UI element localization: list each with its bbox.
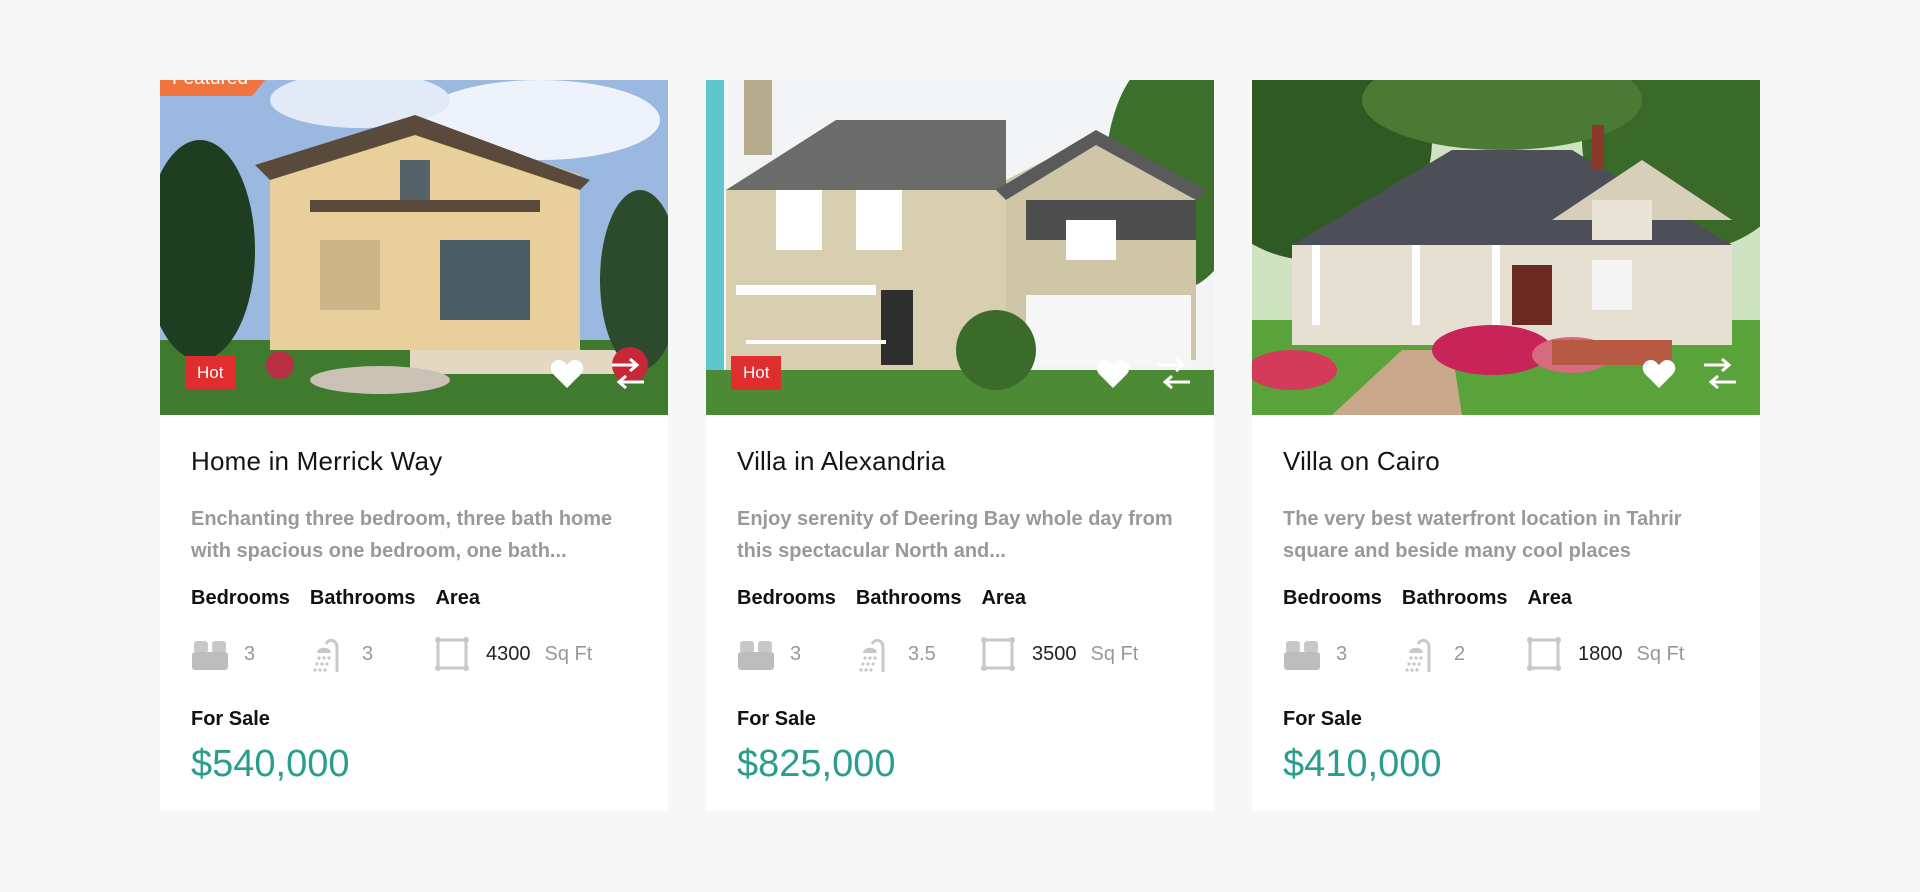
area-size: 4300 [486, 642, 531, 665]
property-description: Enjoy serenity of Deering Bay whole day … [737, 508, 1173, 562]
area-unit: Sq Ft [544, 642, 593, 665]
area-label: Area [1527, 587, 1572, 609]
bedrooms-count: 3 [1336, 642, 1348, 665]
property-price: $540,000 [191, 743, 350, 785]
area-icon [435, 637, 469, 671]
feature-values: 3 3.5 3500 Sq Ft [737, 634, 1183, 674]
listings-grid: Featured Hot Home in Merrick Way Enchant… [160, 80, 1760, 811]
bedrooms-value: 3 [737, 635, 855, 673]
feature-labels: Bedrooms Bathrooms Area [737, 587, 1183, 610]
property-description: The very best waterfront location in Tah… [1283, 508, 1682, 562]
card-body: Villa in Alexandria Enjoy serenity of De… [706, 446, 1214, 786]
shower-icon [859, 638, 885, 672]
bedrooms-label: Bedrooms [737, 587, 836, 609]
property-price: $825,000 [737, 743, 896, 785]
area-unit: Sq Ft [1636, 642, 1685, 665]
property-photo[interactable]: Hot [706, 80, 1214, 415]
listing-status: For Sale [1283, 708, 1362, 730]
area-value: 1800 Sq Ft [1525, 635, 1684, 673]
feature-values: 3 3 4300 Sq Ft [191, 634, 637, 674]
bedrooms-value: 3 [1283, 635, 1401, 673]
listing-status: For Sale [191, 708, 270, 730]
bathrooms-count: 3 [362, 642, 374, 665]
house-photo [160, 80, 668, 415]
shower-icon [1405, 638, 1431, 672]
bedrooms-value: 3 [191, 635, 309, 673]
bed-icon [738, 641, 774, 670]
property-title[interactable]: Villa in Alexandria [737, 446, 1183, 477]
feature-values: 3 2 1800 Sq Ft [1283, 634, 1729, 674]
property-title[interactable]: Home in Merrick Way [191, 446, 637, 477]
bathrooms-value: 3.5 [855, 635, 979, 673]
bed-icon [1284, 641, 1320, 670]
card-body: Villa on Cairo The very best waterfront … [1252, 446, 1760, 786]
property-card[interactable]: Featured Hot Home in Merrick Way Enchant… [160, 80, 668, 811]
featured-badge: Featured [160, 80, 266, 96]
house-photo [706, 80, 1214, 415]
bathrooms-count: 3.5 [908, 642, 936, 665]
property-card[interactable]: Villa on Cairo The very best waterfront … [1252, 80, 1760, 811]
bathrooms-value: 3 [309, 635, 433, 673]
bathrooms-label: Bathrooms [1401, 587, 1508, 609]
bathrooms-label: Bathrooms [309, 587, 416, 609]
bedrooms-label: Bedrooms [1283, 587, 1382, 609]
listing-status: For Sale [737, 708, 816, 730]
property-card[interactable]: Hot Villa in Alexandria Enjoy serenity o… [706, 80, 1214, 811]
compare-arrows-icon[interactable] [1156, 357, 1192, 391]
area-size: 3500 [1032, 642, 1077, 665]
feature-labels: Bedrooms Bathrooms Area [191, 587, 637, 610]
bedrooms-count: 3 [244, 642, 256, 665]
compare-arrows-icon[interactable] [610, 357, 646, 391]
area-value: 3500 Sq Ft [979, 635, 1138, 673]
area-icon [1527, 637, 1561, 671]
bathrooms-value: 2 [1401, 635, 1525, 673]
area-size: 1800 [1578, 642, 1623, 665]
bed-icon [192, 641, 228, 670]
property-photo[interactable] [1252, 80, 1760, 415]
hot-badge: Hot [185, 356, 236, 390]
area-label: Area [981, 587, 1026, 609]
shower-icon [313, 638, 339, 672]
feature-labels: Bedrooms Bathrooms Area [1283, 587, 1729, 610]
property-title[interactable]: Villa on Cairo [1283, 446, 1729, 477]
card-body: Home in Merrick Way Enchanting three bed… [160, 446, 668, 786]
bathrooms-count: 2 [1454, 642, 1466, 665]
bathrooms-label: Bathrooms [855, 587, 962, 609]
heart-icon[interactable] [1096, 359, 1130, 389]
heart-icon[interactable] [1642, 359, 1676, 389]
property-price: $410,000 [1283, 743, 1442, 785]
hot-badge: Hot [731, 356, 782, 390]
area-label: Area [435, 587, 480, 609]
bedrooms-count: 3 [790, 642, 802, 665]
property-photo[interactable]: Featured Hot [160, 80, 668, 415]
bedrooms-label: Bedrooms [191, 587, 290, 609]
area-icon [981, 637, 1015, 671]
heart-icon[interactable] [550, 359, 584, 389]
area-unit: Sq Ft [1090, 642, 1139, 665]
house-photo [1252, 80, 1760, 415]
area-value: 4300 Sq Ft [433, 635, 592, 673]
compare-arrows-icon[interactable] [1702, 357, 1738, 391]
property-description: Enchanting three bedroom, three bath hom… [191, 508, 613, 562]
